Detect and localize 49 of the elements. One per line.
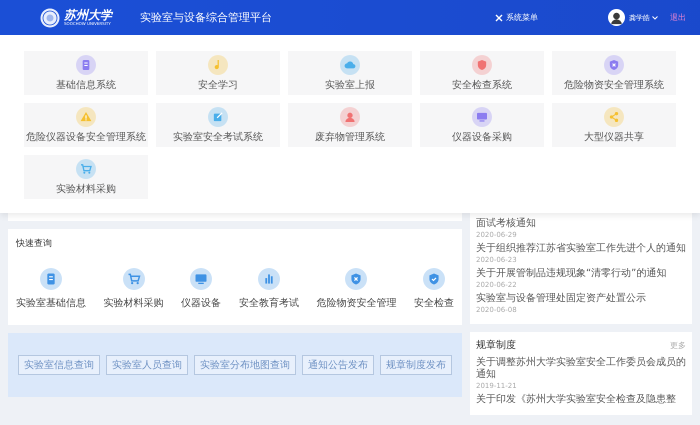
seal-icon	[40, 8, 60, 28]
share-icon	[604, 106, 624, 126]
menu-tile[interactable]: 危险仪器设备安全管理系统	[24, 103, 148, 147]
news-link[interactable]: 关于组织推荐江苏省实验室工作先进个人的通知	[476, 243, 686, 255]
news-link[interactable]: 关于印发《苏州大学实验室安全检查及隐患整	[476, 394, 686, 406]
quick-link[interactable]: 危险物资安全管理	[316, 268, 396, 310]
platform-title: 实验室与设备综合管理平台	[140, 10, 273, 25]
edit-icon	[208, 106, 228, 126]
news-link[interactable]: 实验室与设备管理处固定资产处置公示	[476, 293, 686, 305]
warning-icon	[76, 106, 96, 126]
shield-icon	[472, 54, 492, 74]
menu-tile[interactable]: 安全学习	[156, 51, 280, 95]
menu-tile[interactable]: 安全检查系统	[420, 51, 544, 95]
news-link[interactable]: 面试考核通知	[476, 218, 686, 230]
music-note-icon	[208, 54, 228, 74]
document-icon	[76, 54, 96, 74]
close-icon	[495, 14, 503, 22]
menu-tile[interactable]: 实验室上报	[288, 51, 412, 95]
menu-tile[interactable]: 仪器设备采购	[420, 103, 544, 147]
shield-x-icon	[345, 268, 368, 290]
cart-icon	[122, 268, 145, 290]
menu-tile[interactable]: 危险物资安全管理系统	[552, 51, 676, 95]
caret-icon	[652, 16, 658, 20]
avatar	[608, 9, 625, 26]
cart-icon	[76, 158, 96, 178]
news-link[interactable]: 关于调整苏州大学实验室安全工作委员会成员的通知	[476, 357, 686, 381]
shield-x-icon	[604, 54, 624, 74]
bar-chart-icon	[258, 268, 280, 290]
quick-link[interactable]: 安全检查	[414, 268, 454, 310]
menu-tile[interactable]: 大型仪器共享	[552, 103, 676, 147]
quick-link[interactable]: 安全教育考试	[238, 268, 299, 310]
news-link[interactable]: 关于开展管制品违规现象“清零行动”的通知	[476, 268, 686, 280]
document-icon	[40, 268, 62, 290]
menu-tile[interactable]: 基础信息系统	[24, 51, 148, 95]
logo-text: 苏州大学	[64, 9, 112, 21]
section-title: 快速查询	[16, 238, 53, 250]
monitor-icon	[190, 268, 212, 290]
quick-link[interactable]: 仪器设备	[181, 268, 222, 310]
shield-check-icon	[422, 268, 445, 290]
person-icon	[340, 106, 360, 126]
monitor-icon	[472, 106, 492, 126]
quick-link[interactable]: 实验材料采购	[104, 268, 164, 310]
menu-tile[interactable]: 实验材料采购	[24, 155, 148, 199]
cloud-icon	[340, 54, 360, 74]
menu-toggle[interactable]: 系统菜单	[495, 12, 538, 23]
quick-link[interactable]: 实验室基础信息	[16, 268, 86, 310]
card-title: 规章制度	[476, 338, 516, 352]
menu-tile[interactable]: 实验室安全考试系统	[156, 103, 280, 147]
menu-tile[interactable]: 废弃物管理系统	[288, 103, 412, 147]
